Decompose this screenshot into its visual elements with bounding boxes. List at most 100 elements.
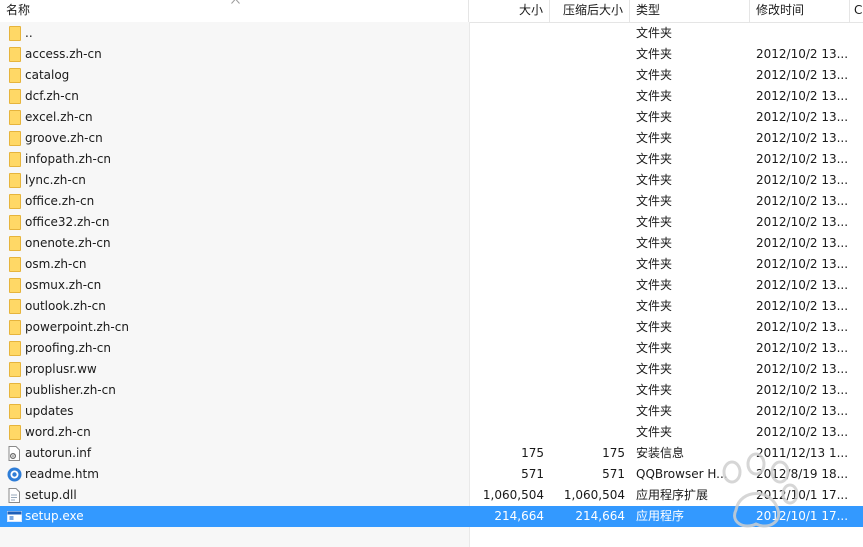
file-type: 文件夹 (636, 404, 673, 418)
file-type: 文件夹 (636, 110, 673, 124)
file-name: .. (25, 26, 33, 40)
column-header-name[interactable]: 名称 (0, 0, 469, 22)
file-size (470, 128, 544, 149)
file-row[interactable]: infopath.zh-cn 文件夹 2012/10/2 13... (0, 149, 863, 170)
exe-file-icon (7, 509, 22, 524)
file-row[interactable]: osm.zh-cn 文件夹 2012/10/2 13... (0, 254, 863, 275)
file-size (470, 338, 544, 359)
file-size (470, 422, 544, 443)
file-name: word.zh-cn (25, 425, 91, 439)
file-packed-size (550, 359, 625, 380)
file-row[interactable]: proofing.zh-cn 文件夹 2012/10/2 13... (0, 338, 863, 359)
file-list: .. 文件夹 access.zh-cn 文件夹 2012/10/2 13... catal… (0, 23, 863, 527)
file-row[interactable]: catalog 文件夹 2012/10/2 13... (0, 65, 863, 86)
file-row[interactable]: osmux.zh-cn 文件夹 2012/10/2 13... (0, 275, 863, 296)
file-modified-time: 2012/10/1 17... (756, 488, 849, 502)
folder-icon (9, 257, 21, 272)
file-name: readme.htm (25, 467, 99, 481)
file-row[interactable]: setup.exe 214,664 214,664 应用程序 2012/10/1 17.… (0, 506, 863, 527)
file-packed-size: 214,664 (575, 509, 625, 523)
file-row[interactable]: autorun.inf 175 175 安装信息 2011/12/13 1... (0, 443, 863, 464)
file-packed-size: 1,060,504 (563, 488, 625, 502)
folder-icon (9, 404, 21, 419)
file-size (470, 233, 544, 254)
folder-icon (9, 110, 21, 125)
column-header-modified-label: 修改时间 (756, 3, 805, 17)
file-modified-time: 2012/10/2 13... (756, 341, 849, 355)
column-header-bar: 名称 大小 压缩后大小 类型 修改时间 C (0, 0, 863, 23)
file-size (470, 317, 544, 338)
file-size: 1,060,504 (482, 488, 544, 502)
file-packed-size (550, 275, 625, 296)
file-name: office.zh-cn (25, 194, 95, 208)
file-row[interactable]: readme.htm 571 571 QQBrowser H... 2012/8/19 … (0, 464, 863, 485)
file-modified-time: 2012/10/2 13... (756, 110, 849, 124)
folder-icon (9, 299, 21, 314)
folder-icon (9, 383, 21, 398)
file-name: publisher.zh-cn (25, 383, 116, 397)
file-modified-time: 2012/10/2 13... (756, 194, 849, 208)
file-name: catalog (25, 68, 70, 82)
folder-icon (9, 173, 21, 188)
file-row[interactable]: groove.zh-cn 文件夹 2012/10/2 13... (0, 128, 863, 149)
column-header-size[interactable]: 大小 (469, 0, 550, 22)
file-row[interactable]: excel.zh-cn 文件夹 2012/10/2 13... (0, 107, 863, 128)
file-row[interactable]: office.zh-cn 文件夹 2012/10/2 13... (0, 191, 863, 212)
file-modified-time (756, 23, 863, 44)
file-row[interactable]: word.zh-cn 文件夹 2012/10/2 13... (0, 422, 863, 443)
file-type: 文件夹 (636, 173, 673, 187)
file-type: 文件夹 (636, 26, 673, 40)
file-name: infopath.zh-cn (25, 152, 112, 166)
file-row[interactable]: setup.dll 1,060,504 1,060,504 应用程序扩展 2012/10… (0, 485, 863, 506)
file-size (470, 86, 544, 107)
file-packed-size (550, 86, 625, 107)
file-row[interactable]: office32.zh-cn 文件夹 2012/10/2 13... (0, 212, 863, 233)
file-row[interactable]: updates 文件夹 2012/10/2 13... (0, 401, 863, 422)
file-row[interactable]: publisher.zh-cn 文件夹 2012/10/2 13... (0, 380, 863, 401)
file-size (470, 254, 544, 275)
file-row[interactable]: .. 文件夹 (0, 23, 863, 44)
folder-icon (9, 425, 21, 440)
file-packed-size (550, 296, 625, 317)
file-row[interactable]: lync.zh-cn 文件夹 2012/10/2 13... (0, 170, 863, 191)
file-name: dcf.zh-cn (25, 89, 79, 103)
file-type: QQBrowser H... (636, 467, 728, 481)
file-packed-size (550, 380, 625, 401)
file-name: updates (25, 404, 74, 418)
file-modified-time: 2012/10/2 13... (756, 215, 849, 229)
file-packed-size (550, 23, 625, 44)
column-header-packed-size[interactable]: 压缩后大小 (550, 0, 630, 22)
file-type: 文件夹 (636, 236, 673, 250)
dll-file-icon (7, 488, 21, 503)
file-modified-time: 2012/10/2 13... (756, 152, 849, 166)
file-size (470, 107, 544, 128)
file-modified-time: 2012/10/2 13... (756, 425, 849, 439)
file-modified-time: 2012/10/2 13... (756, 278, 849, 292)
file-type: 文件夹 (636, 425, 673, 439)
folder-icon (9, 215, 21, 230)
file-modified-time: 2012/10/2 13... (756, 362, 849, 376)
file-type: 文件夹 (636, 194, 673, 208)
file-packed-size (550, 191, 625, 212)
folder-icon (9, 26, 21, 41)
file-packed-size (550, 107, 625, 128)
file-row[interactable]: dcf.zh-cn 文件夹 2012/10/2 13... (0, 86, 863, 107)
file-row[interactable]: onenote.zh-cn 文件夹 2012/10/2 13... (0, 233, 863, 254)
column-header-type[interactable]: 类型 (630, 0, 750, 22)
file-row[interactable]: powerpoint.zh-cn 文件夹 2012/10/2 13... (0, 317, 863, 338)
file-modified-time: 2012/10/2 13... (756, 257, 849, 271)
file-type: 文件夹 (636, 257, 673, 271)
file-size (470, 149, 544, 170)
file-modified-time: 2012/10/2 13... (756, 68, 849, 82)
file-row[interactable]: outlook.zh-cn 文件夹 2012/10/2 13... (0, 296, 863, 317)
file-row[interactable]: proplusr.ww 文件夹 2012/10/2 13... (0, 359, 863, 380)
folder-icon (9, 89, 21, 104)
file-name: outlook.zh-cn (25, 299, 106, 313)
column-header-modified[interactable]: 修改时间 (750, 0, 850, 22)
file-type: 安装信息 (636, 446, 685, 460)
file-name: lync.zh-cn (25, 173, 86, 187)
file-modified-time: 2012/10/2 13... (756, 173, 849, 187)
file-row[interactable]: access.zh-cn 文件夹 2012/10/2 13... (0, 44, 863, 65)
folder-icon (9, 152, 21, 167)
column-header-extra[interactable]: C (850, 0, 863, 22)
